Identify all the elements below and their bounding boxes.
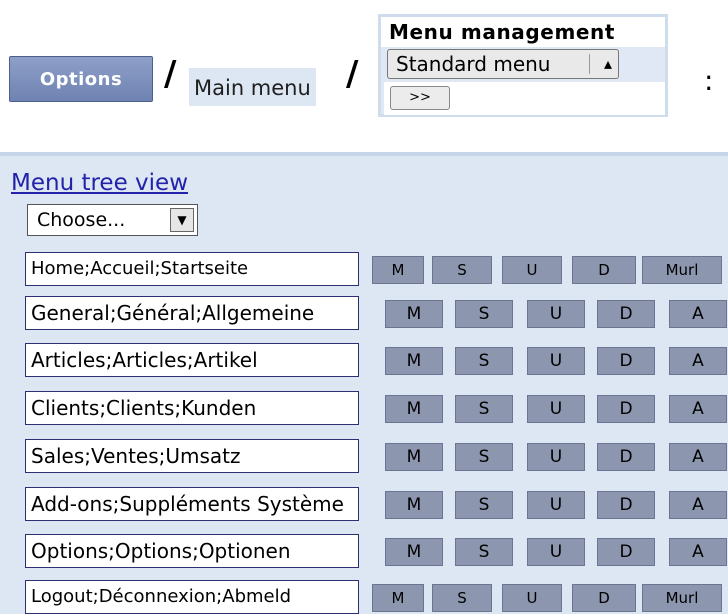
action-button-u[interactable]: U [527,395,585,423]
action-button-m[interactable]: M [372,584,424,612]
action-button-a[interactable]: A [669,491,727,519]
action-button-m[interactable]: M [385,538,443,566]
action-button-s[interactable]: S [455,443,513,471]
action-button-d[interactable]: D [572,584,636,612]
action-button-m[interactable]: M [385,347,443,375]
menu-entry-field[interactable]: Logout;Déconnexion;Abmeld [25,580,359,614]
updown-arrows-icon: ▴ [603,54,612,73]
menu-row: General;Général;Allgemeine M S U D A [0,296,728,332]
menu-entry-field[interactable]: Home;Accueil;Startseite [25,252,359,286]
menu-entry-field[interactable]: Articles;Articles;Artikel [25,343,359,377]
action-button-u[interactable]: U [502,584,562,612]
action-button-a[interactable]: A [669,538,727,566]
action-button-d[interactable]: D [597,491,655,519]
menu-type-value: Standard menu [396,52,551,76]
menu-tree-panel: Menu tree view Choose... ▼ Home;Accueil;… [0,152,728,614]
action-button-d[interactable]: D [597,395,655,423]
trailing-colon: : [704,64,714,97]
action-button-u[interactable]: U [527,300,585,328]
action-button-m[interactable]: M [385,300,443,328]
breadcrumb-separator: / [164,54,177,94]
menu-row: Options;Options;Optionen M S U D A [0,534,728,570]
choose-value: Choose... [37,209,126,231]
action-button-s[interactable]: S [455,395,513,423]
action-button-u[interactable]: U [527,538,585,566]
menu-management-title: Menu management [381,17,665,47]
action-button-m[interactable]: M [385,395,443,423]
options-button[interactable]: Options [9,56,153,102]
menu-row: Home;Accueil;Startseite M S U D Murl [0,252,728,288]
menu-row: Logout;Déconnexion;Abmeld M S U D Murl [0,580,728,616]
menu-management-actions: >> [384,82,665,115]
action-button-s[interactable]: S [432,584,492,612]
action-button-d[interactable]: D [597,538,655,566]
menu-row: Articles;Articles;Artikel M S U D A [0,343,728,379]
action-button-s[interactable]: S [455,491,513,519]
menu-row: Add-ons;Suppléments Système M S U D A [0,487,728,523]
action-button-s[interactable]: S [455,538,513,566]
action-button-d[interactable]: D [597,347,655,375]
action-button-a[interactable]: A [669,347,727,375]
action-button-u[interactable]: U [527,347,585,375]
action-button-u[interactable]: U [527,491,585,519]
menu-row: Clients;Clients;Kunden M S U D A [0,391,728,427]
menu-management-panel: Menu management Standard menu ▴ >> [378,14,668,117]
menu-row: Sales;Ventes;Umsatz M S U D A [0,439,728,475]
action-button-murl[interactable]: Murl [642,256,722,284]
action-button-m[interactable]: M [372,256,424,284]
action-button-d[interactable]: D [597,300,655,328]
menu-entry-field[interactable]: Sales;Ventes;Umsatz [25,439,359,473]
menu-type-select[interactable]: Standard menu ▴ [387,49,619,79]
action-button-a[interactable]: A [669,300,727,328]
menu-entry-field[interactable]: Clients;Clients;Kunden [25,391,359,425]
breadcrumb-separator: / [346,54,359,94]
choose-select[interactable]: Choose... ▼ [27,204,198,236]
action-button-s[interactable]: S [455,300,513,328]
action-button-s[interactable]: S [455,347,513,375]
breadcrumb-main-menu[interactable]: Main menu [189,68,316,106]
action-button-a[interactable]: A [669,443,727,471]
action-button-u[interactable]: U [502,256,562,284]
action-button-u[interactable]: U [527,443,585,471]
action-button-d[interactable]: D [597,443,655,471]
menu-entry-field[interactable]: Add-ons;Suppléments Système [25,487,359,521]
action-button-d[interactable]: D [572,256,636,284]
action-button-murl[interactable]: Murl [642,584,722,612]
action-button-m[interactable]: M [385,443,443,471]
chevron-down-icon: ▼ [170,208,194,232]
menu-entry-field[interactable]: Options;Options;Optionen [25,534,359,568]
go-button[interactable]: >> [390,86,450,110]
action-button-m[interactable]: M [385,491,443,519]
menu-entry-field[interactable]: General;Général;Allgemeine [25,296,359,330]
menu-tree-view-link[interactable]: Menu tree view [11,170,188,196]
action-button-s[interactable]: S [432,256,492,284]
select-divider [589,54,590,74]
action-button-a[interactable]: A [669,395,727,423]
